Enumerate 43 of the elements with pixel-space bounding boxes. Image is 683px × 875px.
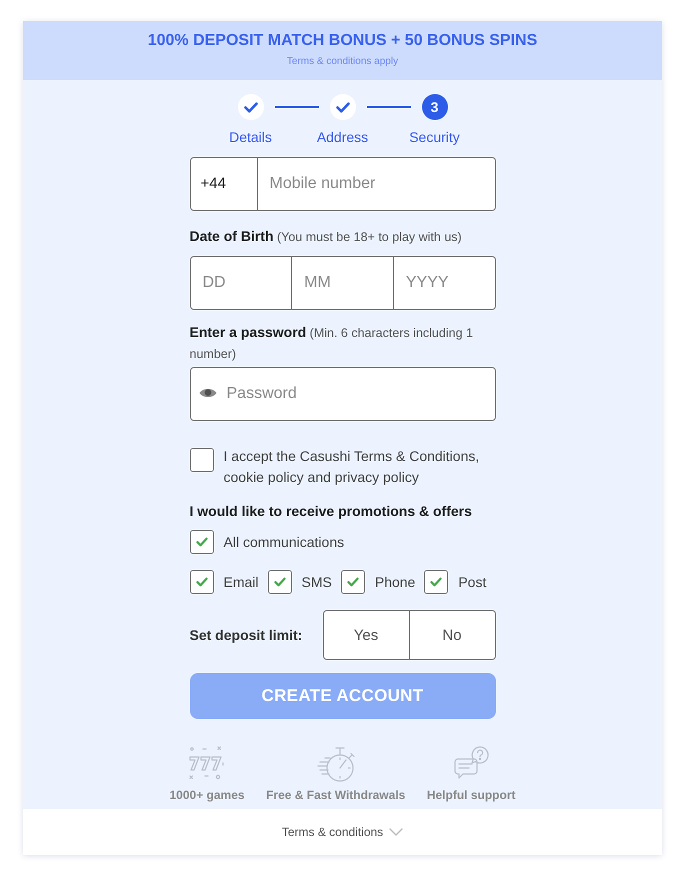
step-number: 3 xyxy=(422,94,448,120)
tick-icon xyxy=(274,577,286,587)
checkbox-label: Post xyxy=(458,573,486,591)
promotions-heading: I would like to receive promotions & offers xyxy=(190,503,472,519)
toggle-option[interactable]: Yes xyxy=(322,610,410,660)
terms-note: Terms & conditions apply xyxy=(286,56,398,67)
step-connector xyxy=(366,106,410,108)
checkbox-label: Email xyxy=(224,573,259,591)
checkbox[interactable] xyxy=(268,570,292,594)
tick-icon xyxy=(346,577,359,587)
step-label: Details xyxy=(229,128,272,146)
step-label: Address xyxy=(316,128,368,146)
checkbox[interactable] xyxy=(190,570,214,594)
checkbox-label: Phone xyxy=(374,573,416,591)
feature-label: Helpful support xyxy=(426,787,516,803)
mobile-number-input[interactable]: Mobile number xyxy=(258,157,496,211)
checkbox[interactable] xyxy=(424,570,448,594)
tick-icon xyxy=(430,577,442,587)
deposit-limit-label: Set deposit limit: xyxy=(190,627,302,643)
terms-label: I accept the Casushi Terms & Conditions, cookie policy and privacy policy xyxy=(224,447,480,487)
date-input[interactable]: YYYY xyxy=(394,256,496,310)
stopwatch-icon xyxy=(316,745,356,783)
tick-icon xyxy=(196,537,208,547)
checkbox[interactable] xyxy=(190,530,214,554)
checkbox-label: SMS xyxy=(302,573,332,591)
date-input[interactable]: DD xyxy=(190,256,292,310)
password-label: Enter a password (Min. 6 characters including 1 number) xyxy=(190,326,473,361)
step-connector xyxy=(274,106,318,108)
date-of-birth-label: Date of Birth (You must be 18+ to play with us) xyxy=(190,230,462,244)
toggle-option[interactable]: No xyxy=(410,610,496,660)
terms-toggle[interactable]: Terms & conditions xyxy=(282,825,404,839)
feature-label: 1000+ games xyxy=(170,787,245,803)
feature-label: Free & Fast Withdrawals xyxy=(266,787,406,803)
promo-title: 100% DEPOSIT MATCH BONUS + 50 BONUS SPINS xyxy=(148,32,538,49)
eye-icon[interactable] xyxy=(198,387,216,399)
checkbox[interactable] xyxy=(340,570,365,594)
country-code-field[interactable]: +44 xyxy=(190,157,258,211)
checkbox[interactable] xyxy=(190,448,214,472)
checkbox-label: All communications xyxy=(224,533,344,551)
step-label: Security xyxy=(409,128,460,146)
tick-icon xyxy=(196,577,208,587)
date-input[interactable]: MM xyxy=(292,256,394,310)
password-input[interactable]: Password xyxy=(190,367,496,421)
